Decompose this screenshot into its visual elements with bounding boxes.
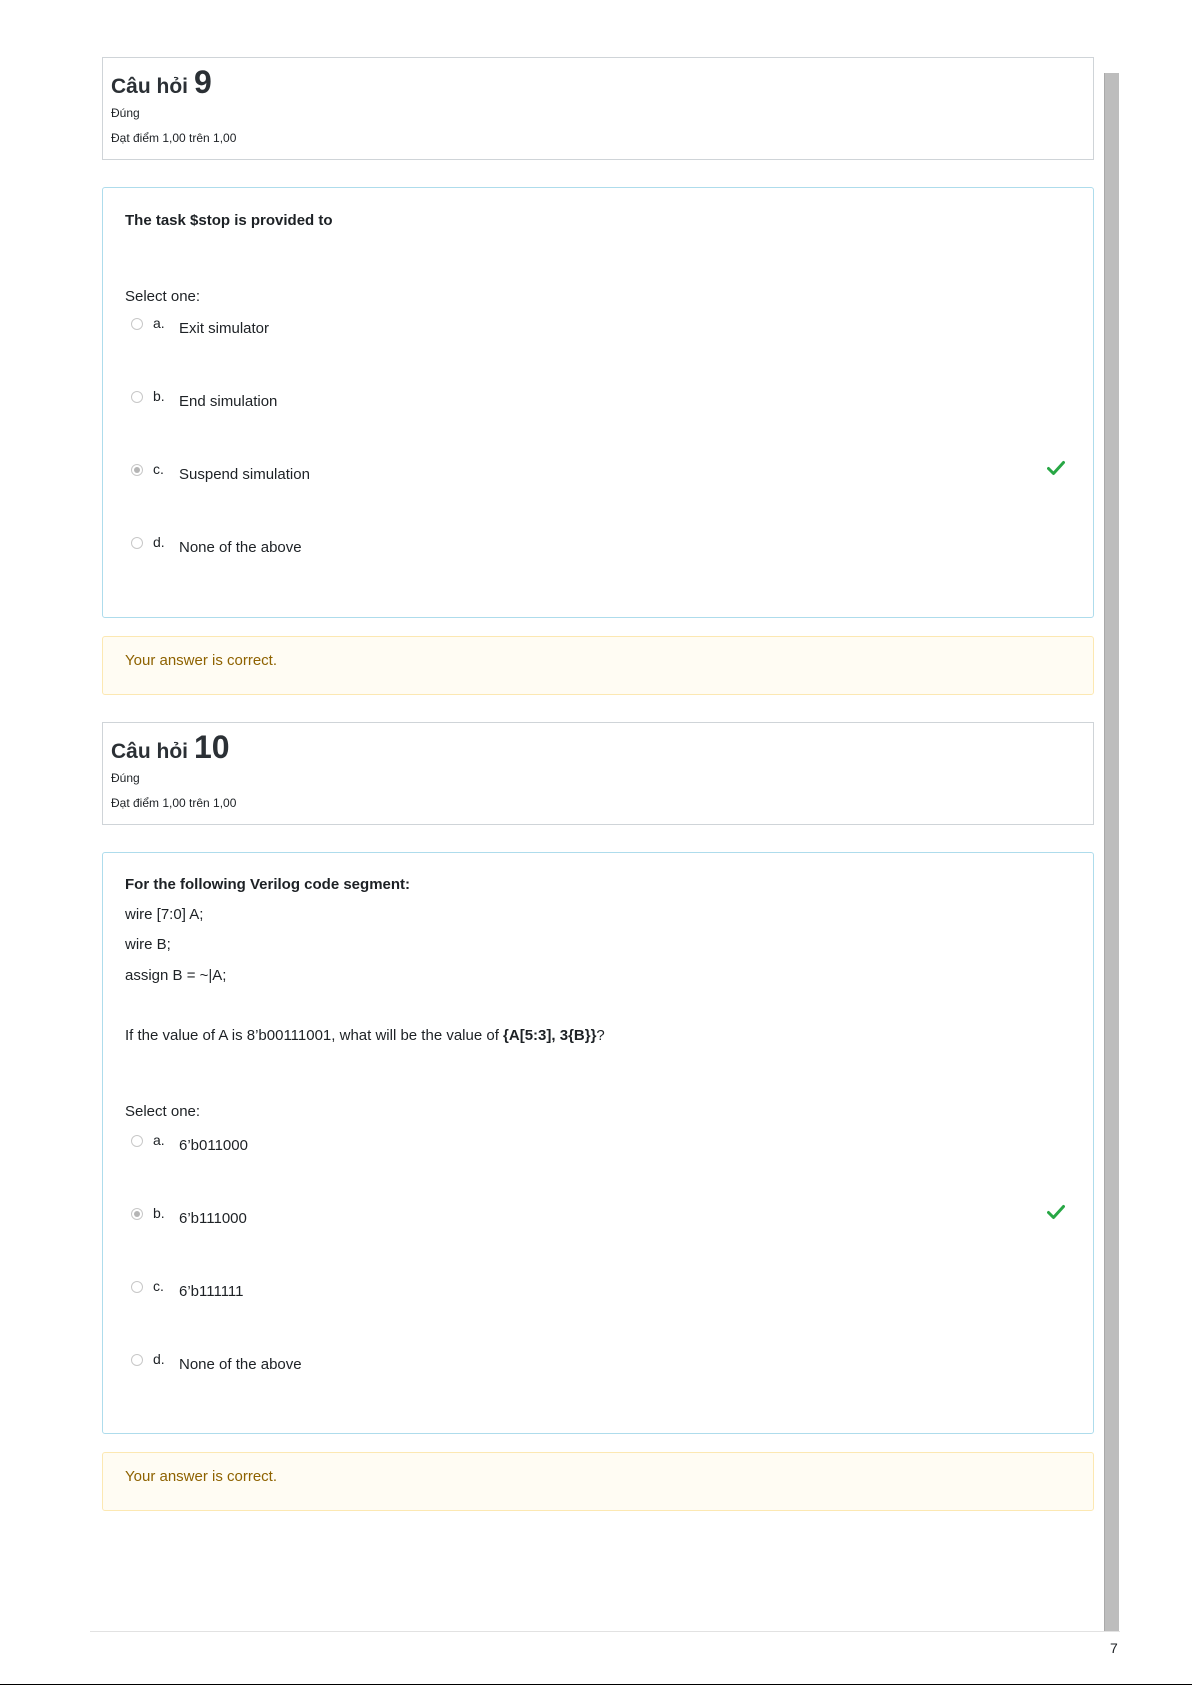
question-10-number: 10 <box>194 729 230 765</box>
question-9-info: Câu hỏi 9 Đúng Đạt điểm 1,00 trên 1,00 <box>102 57 1094 160</box>
radio-selected-icon[interactable] <box>131 1208 143 1220</box>
feedback-text: Your answer is correct. <box>125 1468 278 1485</box>
radio-icon[interactable] <box>131 391 143 403</box>
footer-divider <box>90 1631 1120 1632</box>
answer-text[interactable]: Suspend simulation <box>179 466 310 484</box>
question-10-code-line-2: wire B; <box>125 936 171 953</box>
question-9-answer-d[interactable]: d. None of the above <box>131 534 1061 567</box>
answer-letter: d. <box>153 1351 165 1367</box>
question-10-header-prefix: Câu hỏi <box>111 740 188 763</box>
question-10-select-prompt: Select one: <box>125 1103 201 1120</box>
answer-letter: d. <box>153 534 165 550</box>
question-9-header: Câu hỏi 9 <box>111 65 1085 99</box>
check-icon <box>1047 1205 1065 1219</box>
answer-text[interactable]: None of the above <box>179 539 302 557</box>
question-9-feedback: Your answer is correct. <box>102 636 1094 695</box>
question-10-code-line-1: wire [7:0] A; <box>125 906 204 923</box>
question-10-state: Đúng <box>111 771 140 785</box>
question-10-answer-c[interactable]: c. 6’b111111 <box>131 1278 1061 1311</box>
radio-icon[interactable] <box>131 318 143 330</box>
question-10-header: Câu hỏi 10 <box>111 730 1085 764</box>
answer-text[interactable]: None of the above <box>179 1356 302 1374</box>
answer-letter: b. <box>153 1205 165 1221</box>
question-9-text: The task $stop is provided to <box>125 212 333 229</box>
question-10-formulation: For the following Verilog code segment: … <box>102 852 1094 1434</box>
question-10-question-line: If the value of A is 8’b00111001, what w… <box>125 1027 605 1045</box>
question-10-grade: Đạt điểm 1,00 trên 1,00 <box>111 796 237 810</box>
question-10-answer-a[interactable]: a. 6’b011000 <box>131 1132 1061 1165</box>
question-9-answer-c[interactable]: c. Suspend simulation <box>131 461 1065 494</box>
answer-letter: c. <box>153 461 164 477</box>
question-9-formulation: The task $stop is provided to Select one… <box>102 187 1094 618</box>
question-9-header-prefix: Câu hỏi <box>111 75 188 98</box>
answer-letter: c. <box>153 1278 164 1294</box>
answer-text[interactable]: 6’b111000 <box>179 1210 247 1228</box>
page-number: 7 <box>1110 1640 1118 1656</box>
question-9-select-prompt: Select one: <box>125 288 201 305</box>
question-line-after: ? <box>596 1027 605 1044</box>
question-line-bold: {A[5:3], 3{B}} <box>503 1027 597 1044</box>
question-10-feedback: Your answer is correct. <box>102 1452 1094 1511</box>
radio-selected-icon[interactable] <box>131 464 143 476</box>
question-10-text-heading: For the following Verilog code segment: <box>125 876 411 893</box>
radio-icon[interactable] <box>131 537 143 549</box>
question-9-state: Đúng <box>111 106 140 120</box>
answer-letter: a. <box>153 315 165 331</box>
question-9-number: 9 <box>194 64 212 100</box>
check-icon <box>1047 461 1065 475</box>
answer-text[interactable]: 6’b011000 <box>179 1137 248 1155</box>
question-9-grade: Đạt điểm 1,00 trên 1,00 <box>111 131 237 145</box>
vertical-scrollbar[interactable] <box>1104 73 1119 1631</box>
answer-letter: a. <box>153 1132 165 1148</box>
answer-text[interactable]: 6’b111111 <box>179 1283 244 1301</box>
feedback-text: Your answer is correct. <box>125 652 278 669</box>
question-10-code-line-3: assign B = ~|A; <box>125 967 227 984</box>
answer-letter: b. <box>153 388 165 404</box>
question-10-answer-d[interactable]: d. None of the above <box>131 1351 1061 1384</box>
answer-text[interactable]: Exit simulator <box>179 320 269 338</box>
question-9-answer-a[interactable]: a. Exit simulator <box>131 315 1061 348</box>
radio-icon[interactable] <box>131 1354 143 1366</box>
question-9-answer-b[interactable]: b. End simulation <box>131 388 1061 421</box>
radio-icon[interactable] <box>131 1135 143 1147</box>
question-line-before: If the value of A is 8’b00111001, what w… <box>125 1027 504 1044</box>
answer-text[interactable]: End simulation <box>179 393 277 411</box>
question-10-answer-b[interactable]: b. 6’b111000 <box>131 1205 1065 1238</box>
question-10-info: Câu hỏi 10 Đúng Đạt điểm 1,00 trên 1,00 <box>102 722 1094 825</box>
radio-icon[interactable] <box>131 1281 143 1293</box>
